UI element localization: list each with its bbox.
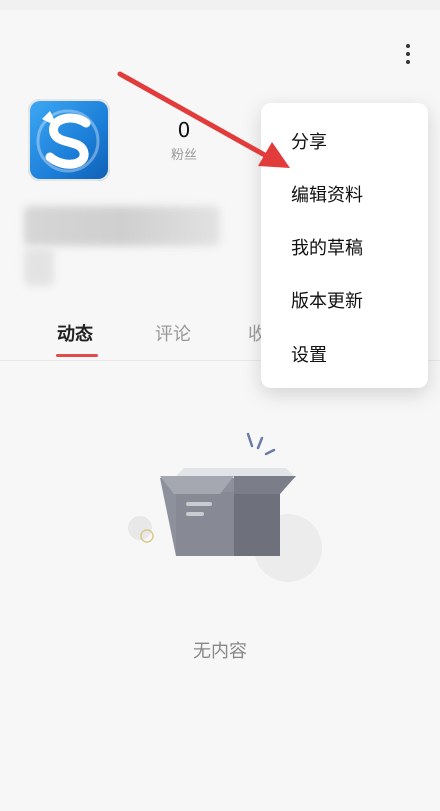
tab-dynamics[interactable]: 动态 — [57, 320, 93, 346]
dot — [406, 52, 410, 56]
fans-label: 粉丝 — [170, 148, 197, 163]
empty-box-icon — [128, 432, 322, 582]
dropdown-menu: 分享 编辑资料 我的草稿 版本更新 设置 — [261, 103, 428, 388]
blurred-username — [24, 206, 220, 246]
app-logo-s-icon — [36, 109, 100, 173]
menu-item-share[interactable]: 分享 — [291, 128, 327, 154]
status-bar — [0, 0, 440, 10]
active-tab-indicator — [56, 354, 98, 357]
tab-comments[interactable]: 评论 — [155, 320, 191, 346]
menu-item-my-drafts[interactable]: 我的草稿 — [291, 234, 363, 260]
more-options-icon[interactable] — [392, 38, 424, 70]
menu-item-version-update[interactable]: 版本更新 — [291, 287, 363, 313]
menu-item-edit-profile[interactable]: 编辑资料 — [291, 181, 363, 207]
empty-state-text: 无内容 — [193, 641, 247, 662]
dot — [406, 44, 410, 48]
blurred-info — [24, 248, 54, 286]
fans-stat[interactable]: 0 粉丝 — [160, 118, 208, 163]
dot — [406, 60, 410, 64]
avatar[interactable] — [28, 99, 110, 181]
menu-item-settings[interactable]: 设置 — [291, 341, 327, 367]
fans-count: 0 — [177, 118, 191, 142]
